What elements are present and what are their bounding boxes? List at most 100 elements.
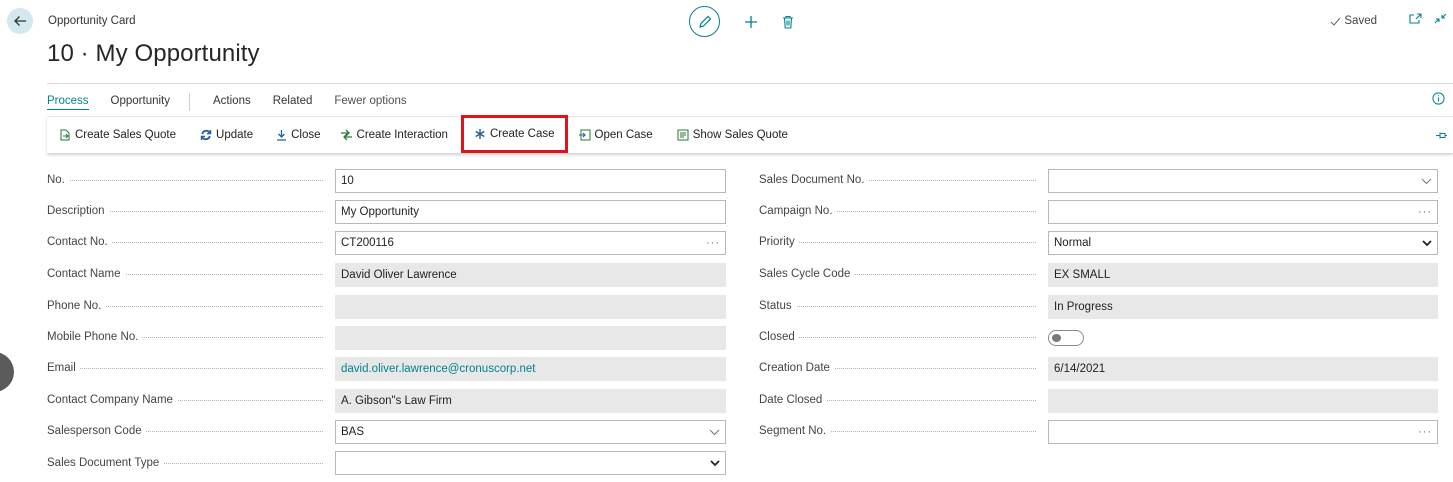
open-case-label: Open Case: [594, 129, 653, 141]
create-case-button[interactable]: Create Case: [460, 115, 568, 153]
contact-company-name-field: A. Gibson"s Law Firm: [335, 389, 726, 413]
chevron-down-icon[interactable]: [710, 459, 720, 467]
field-row-date-closed: Date Closed: [759, 388, 1040, 412]
checkmark-icon: [1331, 17, 1341, 26]
pencil-icon: [698, 15, 711, 28]
field-label-campaign-no: Campaign No.: [759, 205, 837, 217]
delete-button[interactable]: [782, 15, 794, 29]
close-button[interactable]: Close: [276, 117, 321, 153]
open-case-icon: [578, 129, 590, 141]
phone-no-field: [335, 295, 726, 319]
new-button[interactable]: [744, 15, 758, 29]
interaction-icon: [340, 129, 352, 141]
sales-cycle-code-field: EX SMALL: [1048, 263, 1438, 287]
field-row-closed: Closed: [759, 325, 1040, 349]
page-kind: Opportunity Card: [48, 15, 136, 27]
email-link[interactable]: david.oliver.lawrence@cronuscorp.net: [341, 363, 536, 375]
create-sales-quote-button[interactable]: Create Sales Quote: [59, 117, 176, 153]
creation-date-field: 6/14/2021: [1048, 357, 1438, 381]
lookup-ellipsis-icon[interactable]: ···: [1418, 426, 1432, 438]
show-sales-quote-button[interactable]: Show Sales Quote: [677, 117, 788, 153]
priority-select[interactable]: Normal: [1048, 231, 1438, 255]
field-row-mobile-phone-no: Mobile Phone No.: [47, 325, 327, 349]
field-row-segment-no: Segment No.: [759, 419, 1040, 443]
trash-icon: [783, 15, 793, 29]
tab-related[interactable]: Related: [273, 95, 313, 109]
field-label-contact-company-name: Contact Company Name: [47, 394, 177, 406]
field-row-salesperson-code: Salesperson Code: [47, 419, 327, 443]
sales-quote-icon: [677, 129, 689, 141]
sales-cycle-code-value: EX SMALL: [1054, 269, 1111, 281]
lookup-ellipsis-icon[interactable]: ···: [706, 237, 720, 249]
field-label-sales-cycle-code: Sales Cycle Code: [759, 268, 855, 280]
page-title: 10 · My Opportunity: [47, 40, 260, 67]
description-field[interactable]: My Opportunity: [335, 200, 726, 224]
open-in-new-window-icon: [1409, 13, 1422, 24]
field-label-segment-no: Segment No.: [759, 425, 831, 437]
back-button[interactable]: [7, 8, 33, 34]
field-label-creation-date: Creation Date: [759, 362, 834, 374]
create-case-label: Create Case: [489, 128, 555, 140]
open-new-window-button[interactable]: [1409, 13, 1422, 27]
field-row-contact-name: Contact Name: [47, 262, 327, 286]
chevron-down-icon[interactable]: [709, 429, 720, 436]
field-label-phone-no: Phone No.: [47, 300, 106, 312]
edit-button[interactable]: [689, 6, 720, 37]
tab-opportunity[interactable]: Opportunity: [111, 95, 170, 109]
field-row-sales-cycle-code: Sales Cycle Code: [759, 262, 1040, 286]
chevron-down-icon[interactable]: [1422, 239, 1432, 247]
side-panel-handle[interactable]: [0, 352, 14, 392]
lookup-ellipsis-icon[interactable]: ···: [1418, 206, 1432, 218]
arrow-left-icon: [14, 16, 26, 26]
closed-toggle[interactable]: [1048, 330, 1084, 346]
field-row-campaign-no: Campaign No.: [759, 199, 1040, 223]
contact-name-value: David Oliver Lawrence: [341, 269, 457, 281]
header-actions: [689, 6, 794, 37]
field-row-no: No.: [47, 168, 327, 192]
pin-icon: [1436, 132, 1447, 139]
sales-document-type-select[interactable]: [335, 451, 726, 475]
header-divider: [47, 83, 1453, 84]
field-row-creation-date: Creation Date: [759, 356, 1040, 380]
action-bar: Create Sales Quote Update Close Create I…: [47, 115, 1453, 153]
field-label-closed: Closed: [759, 331, 799, 343]
collapse-arrows-icon: [1434, 13, 1447, 24]
campaign-no-field[interactable]: ···: [1048, 200, 1438, 224]
field-label-email: Email: [47, 362, 80, 374]
pin-button[interactable]: [1435, 129, 1448, 143]
field-row-sales-document-type: Sales Document Type: [47, 451, 327, 475]
download-arrow-icon: [277, 130, 287, 141]
salesperson-code-field[interactable]: BAS: [335, 420, 726, 444]
no-value: 10: [341, 175, 354, 187]
priority-value: Normal: [1054, 237, 1092, 249]
info-icon: [1432, 92, 1445, 105]
collapse-button[interactable]: [1434, 13, 1447, 27]
fewer-options-button[interactable]: Fewer options: [334, 95, 406, 109]
open-case-button[interactable]: Open Case: [578, 117, 653, 153]
no-field[interactable]: 10: [335, 169, 726, 193]
sales-document-no-field[interactable]: [1048, 169, 1438, 193]
chevron-down-icon[interactable]: [1421, 178, 1432, 185]
refresh-icon: [200, 129, 212, 141]
update-button[interactable]: Update: [200, 117, 253, 153]
show-sales-quote-label: Show Sales Quote: [692, 129, 788, 141]
field-label-sales-document-no: Sales Document No.: [759, 174, 869, 186]
create-interaction-button[interactable]: Create Interaction: [340, 117, 448, 153]
creation-date-value: 6/14/2021: [1054, 363, 1106, 375]
email-field[interactable]: david.oliver.lawrence@cronuscorp.net: [335, 357, 726, 381]
salesperson-code-value: BAS: [341, 426, 365, 438]
field-row-phone-no: Phone No.: [47, 294, 327, 318]
field-row-contact-company-name: Contact Company Name: [47, 388, 327, 412]
field-row-contact-no: Contact No.: [47, 230, 327, 254]
window-controls: [1409, 13, 1447, 27]
saved-label: Saved: [1344, 15, 1377, 27]
info-button[interactable]: [1432, 92, 1445, 108]
segment-no-field[interactable]: ···: [1048, 420, 1438, 444]
tab-actions[interactable]: Actions: [213, 95, 251, 109]
saved-status: Saved: [1330, 15, 1377, 27]
tab-process[interactable]: Process: [47, 95, 89, 110]
status-field: In Progress: [1048, 295, 1438, 319]
create-sales-quote-label: Create Sales Quote: [75, 129, 177, 141]
contact-no-field[interactable]: CT200116 ···: [335, 231, 726, 255]
toggle-knob: [1052, 334, 1061, 342]
